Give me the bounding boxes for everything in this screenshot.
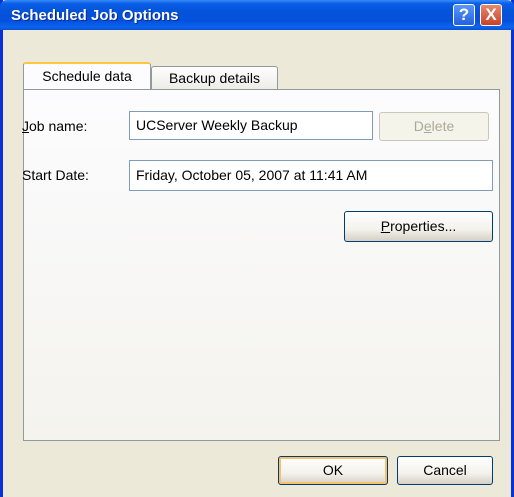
- job-name-label: Job name:: [22, 118, 87, 134]
- start-date-input[interactable]: Friday, October 05, 2007 at 11:41 AM: [129, 160, 493, 191]
- label-mnemonic: J: [22, 118, 29, 134]
- tab-schedule-data[interactable]: Schedule data: [23, 62, 151, 89]
- cancel-button[interactable]: Cancel: [397, 456, 493, 485]
- tab-backup-details[interactable]: Backup details: [151, 66, 278, 90]
- btn-part: lete: [431, 118, 455, 134]
- btn-part: D: [413, 118, 424, 134]
- btn-mnemonic: e: [423, 118, 432, 134]
- btn-mnemonic: P: [380, 218, 391, 234]
- tab-label: Schedule data: [42, 68, 132, 84]
- label-part: ob name:: [29, 118, 88, 134]
- window-title: Scheduled Job Options: [11, 7, 179, 24]
- job-name-value: UCServer Weekly Backup: [136, 117, 298, 133]
- tab-panel: [23, 89, 500, 441]
- close-icon: X: [485, 5, 497, 24]
- start-date-value: Friday, October 05, 2007 at 11:41 AM: [136, 167, 368, 183]
- start-date-label: Start Date:: [22, 167, 89, 183]
- dialog-window: Scheduled Job Options ? X Schedule data …: [0, 0, 514, 497]
- help-button[interactable]: ?: [453, 4, 475, 26]
- tab-label: Backup details: [168, 70, 261, 86]
- help-icon: ?: [458, 5, 470, 24]
- ok-button[interactable]: OK: [278, 456, 388, 485]
- btn-part: roperties...: [390, 218, 457, 234]
- job-name-input[interactable]: UCServer Weekly Backup: [129, 111, 373, 140]
- close-button[interactable]: X: [480, 4, 502, 26]
- delete-button[interactable]: Delete: [379, 112, 489, 141]
- properties-button[interactable]: Properties...: [344, 211, 493, 242]
- title-bar[interactable]: Scheduled Job Options ? X: [0, 0, 514, 30]
